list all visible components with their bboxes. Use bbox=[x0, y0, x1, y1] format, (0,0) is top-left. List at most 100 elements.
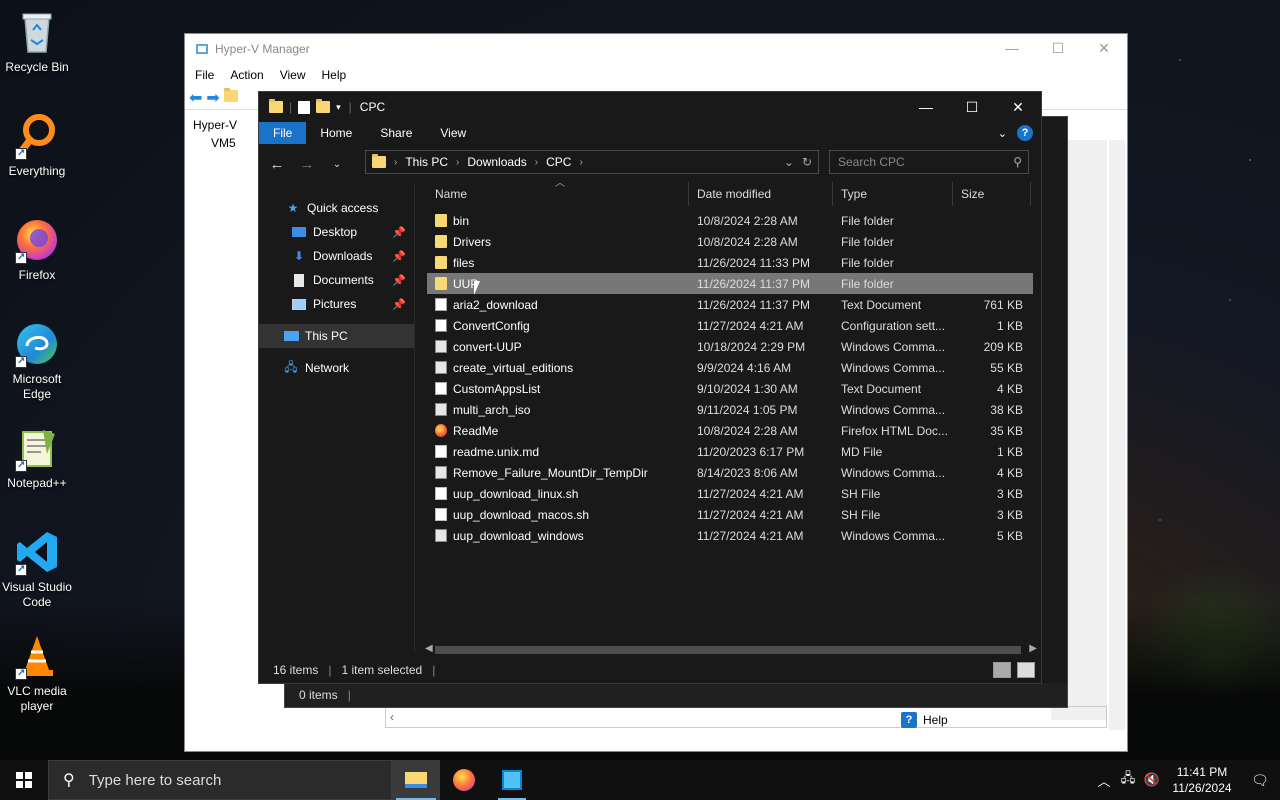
back-arrow-icon[interactable]: ← bbox=[267, 156, 287, 173]
large-icons-view-button[interactable] bbox=[1017, 662, 1035, 678]
file-row[interactable]: Drivers 10/8/2024 2:28 AM File folder bbox=[427, 231, 1033, 252]
back-arrow-icon[interactable]: ⬅ bbox=[189, 88, 202, 108]
folder-icon[interactable] bbox=[223, 88, 238, 105]
column-size[interactable]: Size bbox=[953, 182, 1031, 206]
taskbar-firefox[interactable] bbox=[440, 760, 488, 800]
minimize-button[interactable]: — bbox=[989, 34, 1035, 62]
quick-access-toolbar: | ▾ bbox=[269, 99, 341, 114]
breadcrumb-this-pc[interactable]: This PC bbox=[405, 155, 448, 169]
breadcrumb-cpc[interactable]: CPC bbox=[546, 155, 571, 169]
desktop-icon-edge[interactable]: Microsoft Edge bbox=[0, 320, 74, 402]
close-button[interactable]: ✕ bbox=[995, 92, 1041, 122]
file-row[interactable]: create_virtual_editions 9/9/2024 4:16 AM W… bbox=[427, 357, 1033, 378]
clock[interactable]: 11:41 PM 11/26/2024 bbox=[1164, 764, 1240, 796]
file-row[interactable]: CustomAppsList 9/10/2024 1:30 AM Text Docu… bbox=[427, 378, 1033, 399]
volume-mute-icon[interactable]: 🔇 bbox=[1140, 772, 1164, 788]
file-row[interactable]: UUP 11/26/2024 11:37 PM File folder bbox=[427, 273, 1033, 294]
menu-action[interactable]: Action bbox=[230, 68, 263, 82]
tab-file[interactable]: File bbox=[259, 122, 307, 144]
file-row[interactable]: files 11/26/2024 11:33 PM File folder bbox=[427, 252, 1033, 273]
column-date-modified[interactable]: Date modified bbox=[689, 182, 833, 206]
menu-help[interactable]: Help bbox=[322, 68, 347, 82]
tab-share[interactable]: Share bbox=[366, 122, 426, 144]
details-view-button[interactable] bbox=[993, 662, 1011, 678]
cmd-file-icon bbox=[435, 466, 447, 479]
search-box[interactable]: ⚲ bbox=[829, 150, 1029, 174]
scroll-right-icon[interactable]: ▶ bbox=[1029, 643, 1037, 654]
new-folder-icon[interactable] bbox=[316, 99, 331, 113]
properties-icon[interactable] bbox=[298, 100, 311, 114]
notification-icon[interactable]: 🗨 bbox=[1240, 772, 1280, 789]
file-row[interactable]: uup_download_linux.sh 11/27/2024 4:21 AM S… bbox=[427, 483, 1033, 504]
file-row[interactable]: Remove_Failure_MountDir_TempDir 8/14/2023… bbox=[427, 462, 1033, 483]
explorer-title-bar[interactable]: | ▾ | CPC — ☐ ✕ bbox=[259, 92, 1041, 122]
scrollbar-thumb[interactable] bbox=[435, 646, 1021, 654]
firefox-file-icon bbox=[435, 424, 447, 437]
expand-ribbon-icon[interactable]: ⌄ bbox=[998, 127, 1007, 140]
minimize-button[interactable]: — bbox=[903, 92, 949, 122]
file-explorer-window[interactable]: | ▾ | CPC — ☐ ✕ File Home Share View ⌄ ?… bbox=[258, 91, 1042, 684]
desktop-icon-vscode[interactable]: Visual Studio Code bbox=[0, 528, 74, 610]
tab-home[interactable]: Home bbox=[306, 122, 366, 144]
file-row[interactable]: multi_arch_iso 9/11/2024 1:05 PM Windows C… bbox=[427, 399, 1033, 420]
taskbar-hyperv-manager[interactable] bbox=[488, 760, 536, 800]
file-rows: bin 10/8/2024 2:28 AM File folder Drivers 10… bbox=[427, 210, 1033, 546]
nav-pictures[interactable]: Pictures 📌 bbox=[259, 292, 414, 316]
recent-locations-icon[interactable]: ⌄ bbox=[327, 159, 347, 170]
tab-view[interactable]: View bbox=[426, 122, 480, 144]
column-type[interactable]: Type bbox=[833, 182, 953, 206]
refresh-icon[interactable]: ↻ bbox=[802, 155, 812, 169]
nav-downloads[interactable]: ⬇ Downloads 📌 bbox=[259, 244, 414, 268]
desktop-icon-notepadpp[interactable]: Notepad++ bbox=[0, 424, 74, 491]
menu-file[interactable]: File bbox=[195, 68, 214, 82]
file-row[interactable]: bin 10/8/2024 2:28 AM File folder bbox=[427, 210, 1033, 231]
nav-documents[interactable]: Documents 📌 bbox=[259, 268, 414, 292]
nav-this-pc[interactable]: This PC bbox=[259, 324, 414, 348]
taskbar-search-box[interactable]: ⚲ bbox=[48, 760, 392, 800]
help-icon[interactable]: ? bbox=[1017, 125, 1033, 141]
network-icon[interactable]: 🖧 bbox=[1116, 769, 1140, 791]
scroll-left-icon[interactable]: ◀ bbox=[425, 643, 433, 654]
file-row[interactable]: aria2_download 11/26/2024 11:37 PM Text Do… bbox=[427, 294, 1033, 315]
search-input[interactable] bbox=[838, 155, 1008, 169]
close-button[interactable]: ✕ bbox=[1081, 34, 1127, 62]
forward-arrow-icon[interactable]: → bbox=[297, 156, 317, 173]
file-row[interactable]: readme.unix.md 11/20/2023 6:17 PM MD File 1… bbox=[427, 441, 1033, 462]
start-button[interactable] bbox=[0, 760, 48, 800]
address-dropdown-icon[interactable]: ⌄ bbox=[784, 155, 794, 169]
file-list: ︿ Name Date modified Type Size bin 10/8/2… bbox=[427, 178, 1033, 546]
network-icon: 🖧 bbox=[284, 359, 298, 374]
file-row[interactable]: ReadMe 10/8/2024 2:28 AM Firefox HTML Doc.… bbox=[427, 420, 1033, 441]
nav-network[interactable]: 🖧 Network bbox=[259, 356, 414, 380]
file-name: readme.unix.md bbox=[453, 444, 540, 459]
address-bar[interactable]: › This PC › Downloads › CPC › ⌄ ↻ bbox=[365, 150, 819, 174]
desktop-icon-vlc[interactable]: VLC media player bbox=[0, 632, 74, 714]
maximize-button[interactable]: ☐ bbox=[1035, 34, 1081, 62]
taskbar-file-explorer[interactable] bbox=[392, 760, 440, 800]
hyperv-horizontal-scrollbar[interactable]: ‹ bbox=[385, 706, 1107, 728]
tree-item-vm5[interactable]: VM5 bbox=[189, 134, 259, 152]
hyperv-scrollbar[interactable] bbox=[1109, 140, 1125, 730]
hyperv-title-bar[interactable]: Hyper-V Manager bbox=[185, 34, 1127, 64]
maximize-button[interactable]: ☐ bbox=[949, 92, 995, 122]
tree-item-hyperv[interactable]: Hyper-V bbox=[189, 116, 259, 134]
desktop-icon-recycle-bin[interactable]: Recycle Bin bbox=[0, 8, 74, 75]
status-selected: 1 item selected bbox=[341, 663, 423, 677]
desktop-icon-everything[interactable]: Everything bbox=[0, 112, 74, 179]
file-type: Text Document bbox=[841, 381, 922, 396]
chevron-down-icon[interactable]: ▾ bbox=[336, 102, 341, 113]
taskbar-search-input[interactable] bbox=[88, 771, 369, 789]
menu-view[interactable]: View bbox=[280, 68, 306, 82]
file-row[interactable]: ConvertConfig 11/27/2024 4:21 AM Configura… bbox=[427, 315, 1033, 336]
nav-desktop[interactable]: Desktop 📌 bbox=[259, 220, 414, 244]
forward-arrow-icon[interactable]: ➡ bbox=[206, 88, 219, 108]
hyperv-help-item[interactable]: ? Help bbox=[901, 712, 948, 728]
file-row[interactable]: uup_download_windows 11/27/2024 4:21 AM Wi… bbox=[427, 525, 1033, 546]
breadcrumb-downloads[interactable]: Downloads bbox=[467, 155, 526, 169]
desktop-icon-firefox[interactable]: Firefox bbox=[0, 216, 74, 283]
file-row[interactable]: convert-UUP 10/18/2024 2:29 PM Windows Com… bbox=[427, 336, 1033, 357]
chevron-up-icon[interactable]: ︿ bbox=[1092, 771, 1116, 790]
horizontal-scrollbar[interactable]: ◀ ▶ bbox=[425, 642, 1041, 658]
file-row[interactable]: uup_download_macos.sh 11/27/2024 4:21 AM S… bbox=[427, 504, 1033, 525]
nav-quick-access[interactable]: ★ Quick access bbox=[259, 196, 414, 220]
